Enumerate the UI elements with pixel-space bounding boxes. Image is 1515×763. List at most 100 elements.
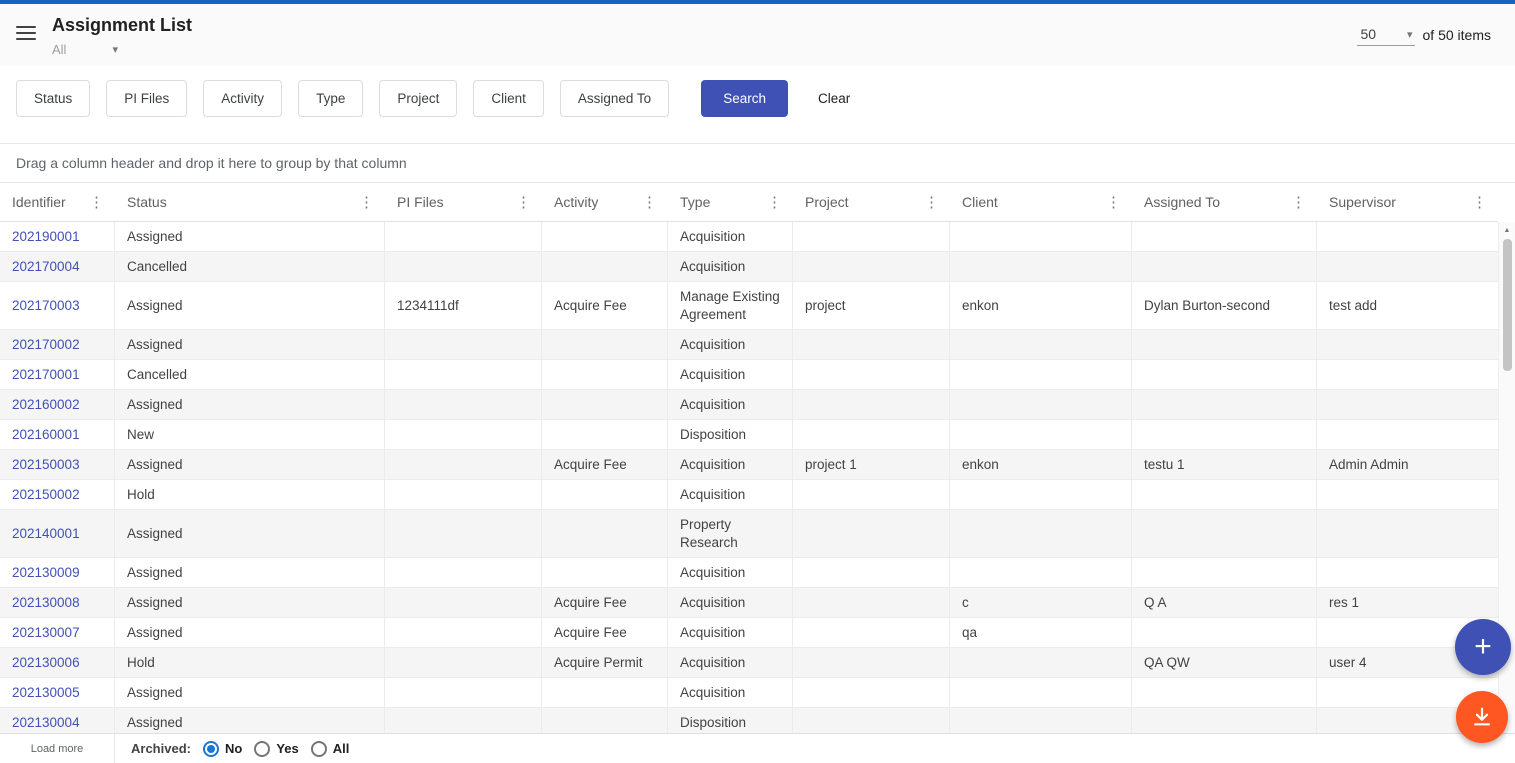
identifier-link[interactable]: 202130009 xyxy=(12,564,80,582)
cell-activity: Acquire Permit xyxy=(542,648,668,677)
cell-pi_files xyxy=(385,588,542,617)
page-size-select[interactable]: 50 ▾ xyxy=(1357,24,1415,46)
column-header-supervisor[interactable]: Supervisor ⋮ xyxy=(1317,183,1498,221)
add-assignment-button[interactable]: + xyxy=(1455,619,1511,675)
column-header-identifier[interactable]: Identifier ⋮ xyxy=(0,183,115,221)
column-menu-icon[interactable]: ⋮ xyxy=(764,193,785,211)
table-row: 202170003Assigned1234111dfAcquire FeeMan… xyxy=(0,282,1498,330)
cell-assigned_to: Dylan Burton-second xyxy=(1132,282,1317,329)
cell-supervisor xyxy=(1317,510,1498,557)
column-header-label: Status xyxy=(127,194,167,210)
identifier-link[interactable]: 202160001 xyxy=(12,426,80,444)
identifier-link[interactable]: 202170002 xyxy=(12,336,80,354)
column-menu-icon[interactable]: ⋮ xyxy=(86,193,107,211)
identifier-link[interactable]: 202160002 xyxy=(12,396,80,414)
cell-project xyxy=(793,510,950,557)
identifier-link[interactable]: 202130007 xyxy=(12,624,80,642)
identifier-link[interactable]: 202140001 xyxy=(12,525,80,543)
column-header-client[interactable]: Client ⋮ xyxy=(950,183,1132,221)
column-header-type[interactable]: Type ⋮ xyxy=(668,183,793,221)
cell-activity xyxy=(542,390,668,419)
column-header-pi-files[interactable]: PI Files ⋮ xyxy=(385,183,542,221)
scrollbar-thumb[interactable] xyxy=(1503,239,1512,371)
filter-button-status[interactable]: Status xyxy=(16,80,90,117)
cell-activity xyxy=(542,558,668,587)
archived-option-all[interactable]: All xyxy=(311,741,350,757)
cell-assigned_to xyxy=(1132,618,1317,647)
archived-option-no[interactable]: No xyxy=(203,741,242,757)
identifier-link[interactable]: 202170001 xyxy=(12,366,80,384)
column-header-activity[interactable]: Activity ⋮ xyxy=(542,183,668,221)
cell-activity xyxy=(542,360,668,389)
identifier-link[interactable]: 202150002 xyxy=(12,486,80,504)
cell-identifier: 202130008 xyxy=(0,588,115,617)
export-download-button[interactable] xyxy=(1456,691,1508,743)
table-row: 202130006HoldAcquire PermitAcquisitionQA… xyxy=(0,648,1498,678)
column-menu-icon[interactable]: ⋮ xyxy=(1288,193,1309,211)
column-header-assigned-to[interactable]: Assigned To ⋮ xyxy=(1132,183,1317,221)
cell-project xyxy=(793,390,950,419)
table-row: 202140001AssignedProperty Research xyxy=(0,510,1498,558)
appbar-right: 50 ▾ of 50 items xyxy=(1357,24,1491,46)
cell-project xyxy=(793,480,950,509)
column-header-project[interactable]: Project ⋮ xyxy=(793,183,950,221)
cell-client xyxy=(950,420,1132,449)
identifier-link[interactable]: 202190001 xyxy=(12,228,80,246)
filter-button-assigned-to[interactable]: Assigned To xyxy=(560,80,669,117)
cell-assigned_to xyxy=(1132,480,1317,509)
group-by-drop-zone[interactable]: Drag a column header and drop it here to… xyxy=(0,143,1515,183)
cell-identifier: 202190001 xyxy=(0,222,115,251)
cell-assigned_to: Q A xyxy=(1132,588,1317,617)
identifier-link[interactable]: 202170003 xyxy=(12,297,80,315)
scroll-up-icon[interactable]: ▲ xyxy=(1499,222,1515,234)
identifier-link[interactable]: 202130008 xyxy=(12,594,80,612)
cell-client: enkon xyxy=(950,282,1132,329)
filter-button-project[interactable]: Project xyxy=(379,80,457,117)
identifier-link[interactable]: 202150003 xyxy=(12,456,80,474)
cell-project xyxy=(793,648,950,677)
column-header-label: Assigned To xyxy=(1144,194,1220,210)
identifier-link[interactable]: 202130006 xyxy=(12,654,80,672)
table-row: 202130007AssignedAcquire FeeAcquisitionq… xyxy=(0,618,1498,648)
cell-status: Assigned xyxy=(115,618,385,647)
column-menu-icon[interactable]: ⋮ xyxy=(1103,193,1124,211)
archived-option-yes[interactable]: Yes xyxy=(254,741,298,757)
filter-button-type[interactable]: Type xyxy=(298,80,363,117)
identifier-link[interactable]: 202130004 xyxy=(12,714,80,732)
cell-project xyxy=(793,588,950,617)
load-more-button[interactable]: Load more xyxy=(0,734,115,763)
identifier-link[interactable]: 202130005 xyxy=(12,684,80,702)
filter-button-pi-files[interactable]: PI Files xyxy=(106,80,187,117)
cell-pi_files xyxy=(385,678,542,707)
hamburger-menu-icon[interactable] xyxy=(16,22,38,44)
search-button[interactable]: Search xyxy=(701,80,788,117)
cell-type: Acquisition xyxy=(668,558,793,587)
cell-activity xyxy=(542,480,668,509)
column-header-status[interactable]: Status ⋮ xyxy=(115,183,385,221)
filter-button-client[interactable]: Client xyxy=(473,80,544,117)
column-menu-icon[interactable]: ⋮ xyxy=(513,193,534,211)
cell-project xyxy=(793,618,950,647)
cell-activity xyxy=(542,678,668,707)
cell-assigned_to xyxy=(1132,222,1317,251)
group-by-hint-text: Drag a column header and drop it here to… xyxy=(16,155,407,171)
column-menu-icon[interactable]: ⋮ xyxy=(639,193,660,211)
column-menu-icon[interactable]: ⋮ xyxy=(921,193,942,211)
cell-assigned_to: QA QW xyxy=(1132,648,1317,677)
cell-assigned_to xyxy=(1132,510,1317,557)
identifier-link[interactable]: 202170004 xyxy=(12,258,80,276)
chevron-down-icon: ▾ xyxy=(112,43,118,56)
cell-pi_files xyxy=(385,330,542,359)
column-header-label: Type xyxy=(680,194,710,210)
table-row: 202170004CancelledAcquisition xyxy=(0,252,1498,282)
column-menu-icon[interactable]: ⋮ xyxy=(1469,193,1490,211)
cell-pi_files xyxy=(385,648,542,677)
cell-supervisor xyxy=(1317,252,1498,281)
cell-identifier: 202170003 xyxy=(0,282,115,329)
list-filter-dropdown[interactable]: All ▾ xyxy=(52,42,118,57)
clear-button[interactable]: Clear xyxy=(804,80,864,117)
cell-client xyxy=(950,708,1132,733)
filter-button-activity[interactable]: Activity xyxy=(203,80,282,117)
column-menu-icon[interactable]: ⋮ xyxy=(356,193,377,211)
cell-project: project xyxy=(793,282,950,329)
